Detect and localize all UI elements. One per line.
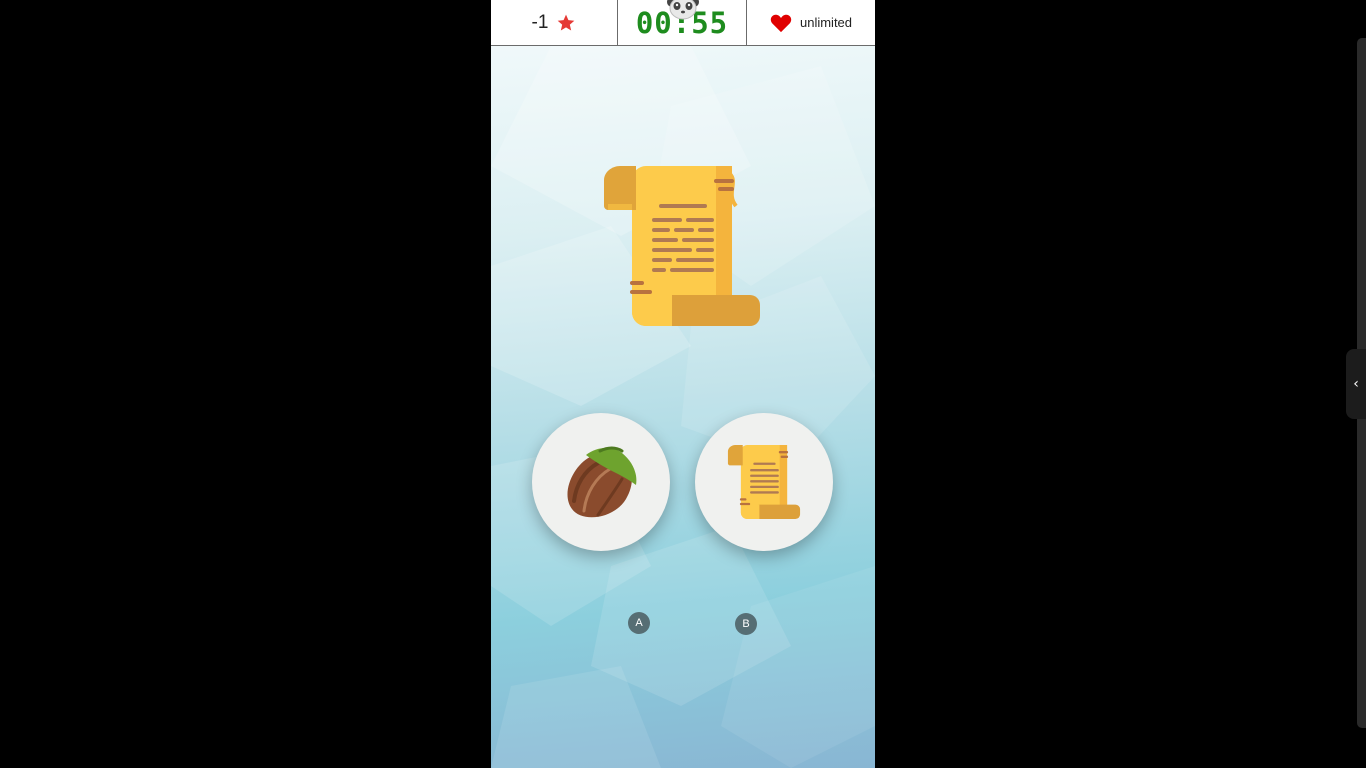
game-area: -1 00:55 unlimited A B xyxy=(491,0,875,768)
key-hint-a: A xyxy=(628,612,650,634)
lives-display: unlimited xyxy=(747,0,875,45)
paper-scroll-icon xyxy=(604,166,760,326)
score-value: -1 xyxy=(531,11,549,33)
background-hex-pattern xyxy=(491,46,875,768)
choice-b-button[interactable] xyxy=(695,413,833,551)
score-display: -1 xyxy=(491,0,618,45)
star-icon xyxy=(558,14,575,30)
timer-display: 00:55 xyxy=(618,0,747,45)
panda-mascot-icon xyxy=(667,0,699,20)
choice-a-button[interactable] xyxy=(532,413,670,551)
side-panel-toggle-button[interactable]: ‹ xyxy=(1346,349,1366,419)
hazelnut-icon xyxy=(567,446,637,518)
chevron-left-icon: ‹ xyxy=(1353,376,1359,392)
paper-scroll-icon xyxy=(727,445,801,519)
lives-label: unlimited xyxy=(799,15,853,30)
game-hud: -1 00:55 unlimited xyxy=(491,0,875,46)
heart-icon xyxy=(770,14,792,32)
key-hint-b: B xyxy=(735,613,757,635)
